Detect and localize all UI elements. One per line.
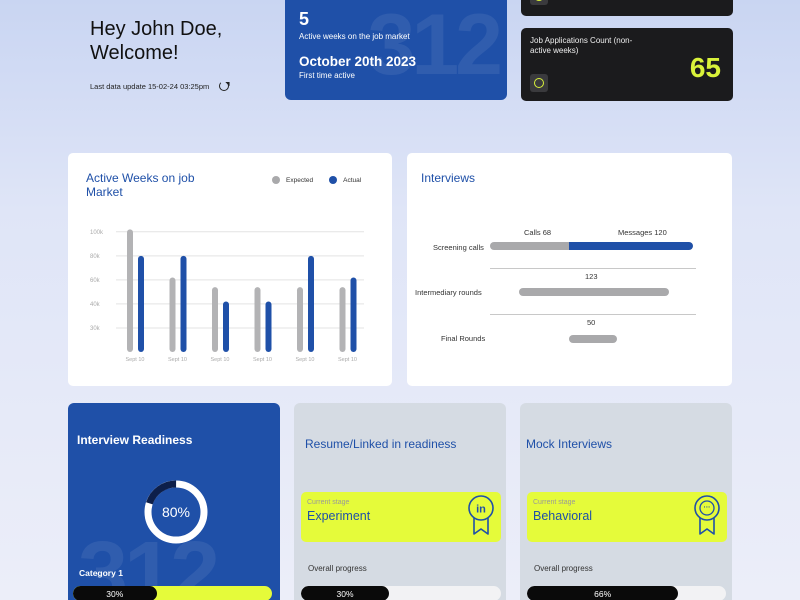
mock-stage-box: Current stage Behavioral ··· <box>527 492 727 542</box>
dark-card-top <box>521 0 733 16</box>
calls-label: Calls 68 <box>524 228 552 237</box>
resume-progress-fill: 30% <box>301 586 389 600</box>
active-weeks-card: 312 5 Active weeks on the job market Oct… <box>285 0 507 100</box>
messages-fill <box>569 242 693 250</box>
bar-expected <box>169 277 176 352</box>
y-tick-label: 100k <box>90 230 104 236</box>
mock-progress-fill: 66% <box>527 586 679 600</box>
first-active-label: First time active <box>299 71 356 80</box>
resume-progress: 30% <box>301 586 501 600</box>
resume-stage-box: Current stage Experiment in <box>301 492 501 542</box>
bar-actual <box>138 255 144 352</box>
y-tick-label: 80k <box>90 254 101 260</box>
greeting-line-1: Hey John Doe, <box>90 18 223 40</box>
interview-readiness-title: Interview Readiness <box>77 433 193 447</box>
category-progress-fill: 30% <box>73 586 157 600</box>
bar-expected <box>127 229 133 352</box>
circle-button[interactable] <box>530 74 548 92</box>
interviews-title: Interviews <box>421 171 476 185</box>
y-tick-label: 60k <box>90 278 101 284</box>
divider <box>490 268 696 269</box>
messages-label: Messages 120 <box>618 228 667 237</box>
job-applications-value: 65 <box>689 52 721 83</box>
intermediary-value: 123 <box>585 272 598 281</box>
svg-text:···: ··· <box>704 505 711 512</box>
circle-icon <box>534 78 544 88</box>
job-applications-label: Job Applications Count (non-active weeks… <box>530 36 633 55</box>
bar-actual <box>223 301 229 352</box>
bar-expected <box>339 287 346 352</box>
category-progress: 30% <box>73 586 272 600</box>
bar-expected <box>212 287 218 352</box>
mock-interviews-card: Mock Interviews Current stage Behavioral… <box>520 403 732 600</box>
chat-badge-icon: ··· <box>694 495 720 535</box>
final-rounds-label: Final Rounds <box>441 334 486 343</box>
resume-readiness-card: Resume/Linked in readiness Current stage… <box>294 403 506 600</box>
x-tick-label: Sept 10 <box>253 357 272 363</box>
screening-calls-label: Screening calls <box>433 243 484 252</box>
interview-readiness-card: 312 Interview Readiness 80% Category 1 3… <box>68 403 280 600</box>
overall-progress-label: Overall progress <box>308 564 367 573</box>
active-weeks-count: 5 <box>299 9 310 29</box>
y-tick-label: 40k <box>90 302 101 308</box>
job-applications-card: Job Applications Count (non-active weeks… <box>521 28 733 101</box>
intermediary-bar <box>519 288 669 296</box>
last-update: Last data update 15-02-24 03:25pm <box>90 81 270 91</box>
last-update-text: Last data update 15-02-24 03:25pm <box>90 81 210 91</box>
circle-button-top[interactable] <box>530 0 548 5</box>
svg-text:in: in <box>476 504 486 516</box>
intermediary-label: Intermediary rounds <box>415 288 482 297</box>
screening-calls-bar <box>490 242 693 250</box>
x-tick-label: Sept 10 <box>211 357 230 363</box>
greeting-line-2: Welcome! <box>90 42 179 64</box>
refresh-icon[interactable] <box>219 81 230 91</box>
readiness-percent: 80% <box>162 504 190 520</box>
bar-actual <box>350 277 357 352</box>
divider <box>490 314 696 315</box>
x-tick-label: Sept 10 <box>126 357 145 363</box>
bar-expected <box>297 287 303 352</box>
bar-actual <box>180 255 187 352</box>
mock-interviews-title: Mock Interviews <box>526 437 613 451</box>
linkedin-badge-icon: in <box>468 495 494 535</box>
mock-progress: 66% <box>527 586 726 600</box>
bar-expected <box>254 287 261 352</box>
circle-icon <box>534 0 544 1</box>
bar-actual <box>308 255 314 352</box>
final-rounds-value: 50 <box>587 318 596 327</box>
y-tick-label: 30k <box>90 326 101 332</box>
final-rounds-bar <box>569 335 617 343</box>
bar-actual <box>265 301 272 352</box>
x-tick-label: Sept 10 <box>338 357 357 363</box>
overall-progress-label: Overall progress <box>534 564 593 573</box>
greeting: Hey John Doe, Welcome! Last data update … <box>90 17 270 91</box>
readiness-donut: 80% <box>144 480 208 544</box>
interviews-panel <box>407 153 732 386</box>
active-weeks-label: Active weeks on the job market <box>299 32 410 41</box>
resume-readiness-title: Resume/Linked in readiness <box>305 437 457 451</box>
first-active-date: October 20th 2023 <box>299 54 417 69</box>
category-label: Category 1 <box>79 568 123 578</box>
x-tick-label: Sept 10 <box>168 357 187 363</box>
x-tick-label: Sept 10 <box>296 357 315 363</box>
active-weeks-chart: 100k 80k 60k 40k 30k Sept 10 Sept 10 Sept 10 Sep… <box>90 229 364 363</box>
